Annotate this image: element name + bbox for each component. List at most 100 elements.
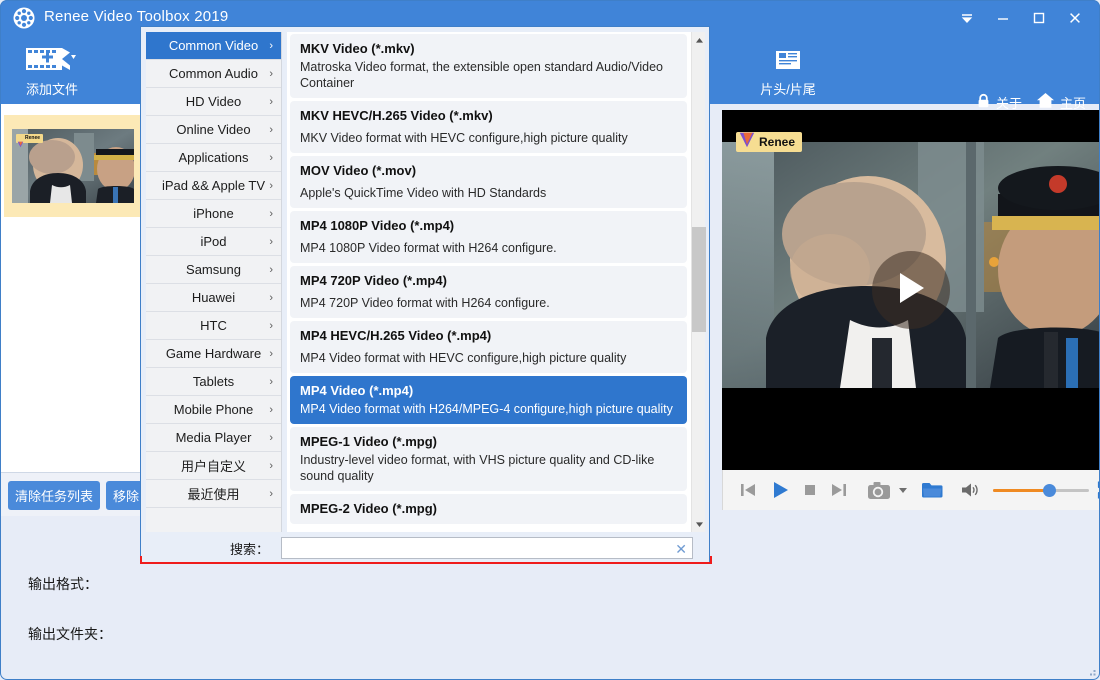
format-description: MP4 Video format with H264/MPEG-4 config… xyxy=(300,402,673,416)
format-name: MP4 Video (*.mp4) xyxy=(300,383,414,398)
scrollbar-thumb[interactable] xyxy=(692,227,706,332)
volume-slider[interactable] xyxy=(993,483,1089,497)
chevron-right-icon: › xyxy=(269,459,273,472)
menu-category-label: iPhone xyxy=(193,206,234,221)
chevron-right-icon: › xyxy=(269,151,273,164)
ribbon-right-links: 关于 主页 xyxy=(976,92,1086,112)
format-name: MKV HEVC/H.265 Video (*.mkv) xyxy=(300,108,493,123)
caret-down-icon[interactable] xyxy=(898,485,908,495)
format-list-item[interactable]: MKV Video (*.mkv) Matroska Video format, … xyxy=(290,34,687,98)
chevron-right-icon: › xyxy=(269,95,273,108)
minimize-button[interactable] xyxy=(986,4,1020,32)
format-list-scrollbar[interactable] xyxy=(691,32,706,532)
format-search-row: 搜索： ✕ xyxy=(146,533,704,563)
menu-category-item[interactable]: iPod › xyxy=(146,228,281,256)
format-list-item[interactable]: MP4 Video (*.mp4) MP4 Video format with H… xyxy=(290,376,687,424)
menu-category-item[interactable]: 用户自定义 › xyxy=(146,452,281,480)
menu-category-item[interactable]: Common Video › xyxy=(146,32,281,60)
minimize-to-tray-button[interactable] xyxy=(950,4,984,32)
volume-knob[interactable] xyxy=(1043,484,1056,497)
app-logo-icon xyxy=(12,6,36,30)
chevron-right-icon: › xyxy=(269,39,273,52)
chevron-right-icon: › xyxy=(269,235,273,248)
menu-category-item[interactable]: HTC › xyxy=(146,312,281,340)
format-list-item[interactable]: MPEG-1 Video (*.mpg) Industry-level video… xyxy=(290,427,687,491)
clear-task-list-button[interactable]: 清除任务列表 xyxy=(8,480,101,510)
chevron-right-icon: › xyxy=(269,179,273,192)
menu-category-item[interactable]: Tablets › xyxy=(146,368,281,396)
menu-category-item[interactable]: Game Hardware › xyxy=(146,340,281,368)
format-list-item[interactable]: MPEG-2 Video (*.mpg) xyxy=(290,494,687,524)
menu-category-item[interactable]: Online Video › xyxy=(146,116,281,144)
list-item[interactable]: Renee xyxy=(4,115,142,217)
thumbnail-watermark: Renee xyxy=(16,134,44,148)
stop-icon[interactable] xyxy=(803,483,817,497)
menu-category-item[interactable]: Applications › xyxy=(146,144,281,172)
window-controls xyxy=(950,0,1092,36)
chevron-right-icon: › xyxy=(269,403,273,416)
menu-category-item[interactable]: Samsung › xyxy=(146,256,281,284)
menu-category-item[interactable]: HD Video › xyxy=(146,88,281,116)
folder-icon[interactable] xyxy=(921,481,943,499)
preview-play-overlay-button[interactable] xyxy=(872,251,950,329)
resize-grip[interactable] xyxy=(1085,665,1097,677)
speaker-icon[interactable] xyxy=(960,481,980,499)
close-button[interactable] xyxy=(1058,4,1092,32)
renee-logo-icon xyxy=(17,135,24,148)
menu-category-label: Samsung xyxy=(186,262,241,277)
menu-category-label: HD Video xyxy=(185,94,242,109)
scroll-up-button[interactable] xyxy=(692,32,706,48)
menu-category-label: HTC xyxy=(200,318,227,333)
format-name: MKV Video (*.mkv) xyxy=(300,41,415,56)
menu-category-item[interactable]: Mobile Phone › xyxy=(146,396,281,424)
menu-category-item[interactable]: iPad && Apple TV › xyxy=(146,172,281,200)
menu-category-item[interactable]: Common Audio › xyxy=(146,60,281,88)
chevron-right-icon: › xyxy=(269,291,273,304)
about-label: 关于 xyxy=(995,95,1022,111)
head-tail-button[interactable]: 片头/片尾 xyxy=(742,42,834,98)
menu-category-item[interactable]: Media Player › xyxy=(146,424,281,452)
menu-category-label: Online Video xyxy=(176,122,251,137)
camera-icon[interactable] xyxy=(867,481,891,500)
head-tail-label: 片头/片尾 xyxy=(760,82,816,97)
play-icon[interactable] xyxy=(770,480,790,500)
format-name: MPEG-1 Video (*.mpg) xyxy=(300,434,437,449)
add-file-button[interactable]: 添加文件 xyxy=(6,42,98,98)
maximize-button[interactable] xyxy=(1022,4,1056,32)
format-list-item[interactable]: MOV Video (*.mov) Apple's QuickTime Video… xyxy=(290,156,687,208)
chevron-right-icon: › xyxy=(269,375,273,388)
format-list-item[interactable]: MP4 1080P Video (*.mp4) MP4 1080P Video f… xyxy=(290,211,687,263)
player-controls xyxy=(722,470,1100,510)
search-input-wrapper[interactable]: ✕ xyxy=(281,537,694,559)
search-input[interactable] xyxy=(282,538,693,558)
format-description: MP4 1080P Video format with H264 configu… xyxy=(300,241,557,255)
home-label: 主页 xyxy=(1059,95,1086,111)
menu-category-item[interactable]: Huawei › xyxy=(146,284,281,312)
menu-category-label: Common Video xyxy=(168,38,259,53)
preview-watermark-text: Renee xyxy=(759,135,796,149)
menu-category-item[interactable]: 最近使用 › xyxy=(146,480,281,508)
format-list-item[interactable]: MP4 HEVC/H.265 Video (*.mp4) MP4 Video fo… xyxy=(290,321,687,373)
skip-previous-icon[interactable] xyxy=(739,481,757,499)
home-button[interactable]: 主页 xyxy=(1036,92,1086,112)
format-name: MPEG-2 Video (*.mpg) xyxy=(300,501,437,516)
video-preview[interactable]: Renee xyxy=(722,110,1100,470)
menu-category-label: Tablets xyxy=(192,374,235,389)
skip-next-icon[interactable] xyxy=(830,481,848,499)
scroll-down-button[interactable] xyxy=(692,516,706,532)
about-button[interactable]: 关于 xyxy=(976,93,1022,112)
file-thumbnail: Renee xyxy=(12,129,134,203)
format-description: MP4 Video format with HEVC configure,hig… xyxy=(300,351,627,365)
format-dropdown-menu: Common Video › Common Audio › HD Video › Onlin… xyxy=(140,26,712,564)
format-description: MP4 720P Video format with H264 configur… xyxy=(300,296,550,310)
file-list-actions: 清除任务列表 移除 xyxy=(0,472,155,517)
home-icon xyxy=(1036,92,1055,112)
clear-search-icon[interactable]: ✕ xyxy=(675,540,687,558)
app-window: Renee Video Toolbox 2019 添加文件 片头/片尾 关于 主… xyxy=(0,0,1100,680)
format-category-list: Common Video › Common Audio › HD Video › Onlin… xyxy=(146,32,282,532)
format-list-item[interactable]: MP4 720P Video (*.mp4) MP4 720P Video for… xyxy=(290,266,687,318)
menu-category-item[interactable]: iPhone › xyxy=(146,200,281,228)
format-name: MP4 1080P Video (*.mp4) xyxy=(300,218,455,233)
add-file-label: 添加文件 xyxy=(25,82,78,97)
format-list-item[interactable]: MKV HEVC/H.265 Video (*.mkv) MKV Video fo… xyxy=(290,101,687,153)
